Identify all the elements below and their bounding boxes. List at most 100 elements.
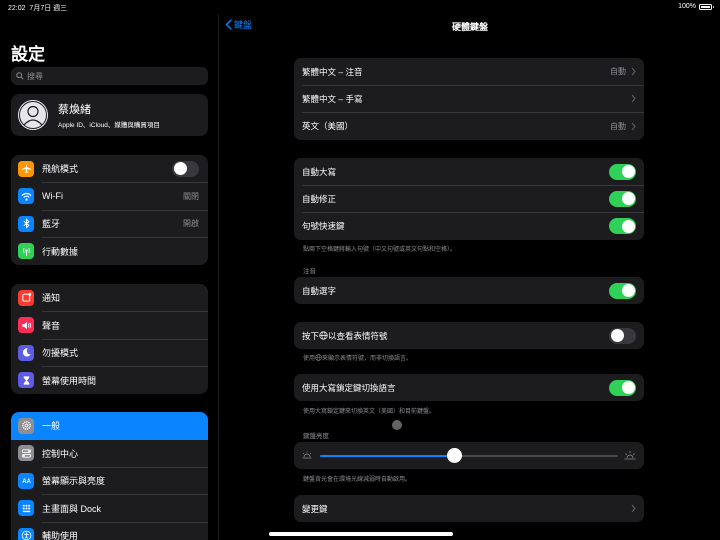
chevron-right-icon — [631, 504, 636, 513]
period-shortcut-toggle[interactable] — [609, 218, 636, 235]
svg-text:AA: AA — [22, 479, 31, 485]
brightness-group — [294, 442, 644, 469]
sidebar-item-label: 一般 — [42, 421, 61, 432]
wifi-icon — [18, 188, 34, 205]
chevron-right-icon — [631, 94, 636, 103]
sidebar-item-bluetooth[interactable]: 藍牙 開啟 — [11, 210, 208, 238]
brightness-high-icon — [624, 451, 636, 460]
sidebar-item-label: 行動數據 — [42, 246, 79, 257]
sidebar-item-screen-time[interactable]: 螢幕使用時間 — [11, 367, 208, 395]
apple-id-profile[interactable]: 蔡煥緒 Apple ID、iCloud、媒體與購買項目 — [11, 94, 208, 136]
sidebar-item-control-center[interactable]: 控制中心 — [11, 440, 208, 468]
option-label: 自動大寫 — [302, 166, 337, 177]
profile-subtitle: Apple ID、iCloud、媒體與購買項目 — [58, 122, 160, 129]
sidebar-title: 設定 — [11, 45, 45, 64]
sidebar-item-label: 主畫面與 Dock — [42, 503, 102, 514]
language-label: 繁體中文 – 手寫 — [302, 93, 363, 104]
assistive-touch-dot[interactable] — [392, 420, 402, 430]
general-group: 一般 控制中心 AA 螢幕顯示與亮度 主畫面與 Dock 輔助使用 — [11, 412, 208, 540]
auto-correction-row: 自動修正 — [294, 185, 644, 213]
period-shortcut-note: 點兩下空格鍵將輸入句號（中文句號或英文句點和空格）。 — [303, 247, 457, 253]
airplane-toggle[interactable] — [172, 160, 199, 177]
emoji-key-row: 按下 以查看表情符號 — [294, 322, 644, 349]
brightness-low-icon — [302, 451, 312, 459]
speaker-icon — [18, 317, 34, 334]
page-title: 硬體鍵盤 — [451, 22, 488, 32]
language-row-handwriting[interactable]: 繁體中文 – 手寫 — [294, 85, 644, 113]
language-label: 英文（美國） — [302, 121, 354, 132]
sidebar-item-label: 藍牙 — [42, 219, 61, 230]
sidebar-item-label: 輔助使用 — [42, 531, 79, 540]
moon-icon — [18, 344, 34, 361]
sidebar-item-label: 聲音 — [42, 320, 61, 331]
status-time: 22:02 7月7日 週三 — [8, 5, 68, 12]
person-icon — [18, 100, 48, 130]
battery-icon — [699, 3, 714, 10]
language-label: 繁體中文 – 注音 — [302, 66, 363, 77]
sidebar-item-label: 螢幕顯示與亮度 — [42, 476, 106, 487]
home-screen-icon — [18, 500, 34, 517]
capslock-switch-toggle[interactable] — [609, 379, 636, 396]
wifi-status: 關閉 — [183, 191, 199, 201]
notifications-group: 通知 聲音 勿擾模式 螢幕使用時間 — [11, 284, 208, 394]
auto-capitalization-toggle[interactable] — [609, 163, 636, 180]
slider-fill — [320, 455, 455, 457]
auto-correction-toggle[interactable] — [609, 190, 636, 207]
sidebar-item-label: Wi-Fi — [42, 191, 63, 202]
sidebar-item-do-not-disturb[interactable]: 勿擾模式 — [11, 339, 208, 367]
option-label: 句號快速鍵 — [302, 221, 345, 232]
language-row-english[interactable]: 英文（美國） 自動 — [294, 113, 644, 140]
option-label: 變更鍵 — [302, 503, 328, 514]
sidebar-item-label: 螢幕使用時間 — [42, 375, 97, 386]
cellular-icon — [18, 243, 34, 260]
keyboard-languages-group: 繁體中文 – 注音 自動 繁體中文 – 手寫 英文（美國） 自動 — [294, 58, 644, 140]
sidebar-item-cellular[interactable]: 行動數據 — [11, 238, 208, 266]
option-label: 按下 以查看表情符號 — [302, 330, 388, 341]
bluetooth-status: 開啟 — [183, 219, 199, 229]
hardware-keyboard-pane: 鍵盤 硬體鍵盤 繁體中文 – 注音 自動 繁體中文 – 手寫 英文（美國） 自動… — [220, 14, 720, 540]
globe-icon — [315, 354, 322, 361]
capslock-group: 使用大寫鎖定鍵切換語言 — [294, 374, 644, 402]
gear-icon — [18, 417, 34, 434]
sidebar-item-sounds[interactable]: 聲音 — [11, 312, 208, 340]
capslock-note: 使用大寫鎖定鍵來切換英文（美國）和目前鍵盤。 — [303, 409, 436, 415]
chevron-right-icon — [631, 122, 636, 130]
chevron-right-icon — [631, 67, 636, 76]
sidebar-item-accessibility[interactable]: 輔助使用 — [11, 522, 208, 540]
capslock-switch-row: 使用大寫鎖定鍵切換語言 — [294, 374, 644, 401]
typing-options-group: 自動大寫 自動修正 句號快速鍵 — [294, 158, 644, 240]
sidebar-item-airplane[interactable]: 飛航模式 — [11, 155, 208, 183]
sidebar-item-wifi[interactable]: Wi-Fi 關閉 — [11, 183, 208, 211]
search-bar[interactable] — [11, 67, 208, 85]
search-input[interactable] — [27, 71, 197, 81]
sidebar-item-display[interactable]: AA 螢幕顯示與亮度 — [11, 467, 208, 495]
slider-knob[interactable] — [446, 448, 462, 463]
language-row-zhuyin[interactable]: 繁體中文 – 注音 自動 — [294, 58, 644, 86]
home-indicator[interactable] — [269, 532, 453, 536]
emoji-key-toggle[interactable] — [609, 327, 636, 344]
status-bar: 22:02 7月7日 週三 100% — [0, 0, 720, 14]
period-shortcut-row: 句號快速鍵 — [294, 213, 644, 240]
sidebar-item-home-screen[interactable]: 主畫面與 Dock — [11, 495, 208, 523]
option-label: 使用大寫鎖定鍵切換語言 — [302, 382, 396, 393]
control-center-icon — [18, 445, 34, 462]
connectivity-group: 飛航模式 Wi-Fi 關閉 藍牙 開啟 行動數據 — [11, 155, 208, 265]
sidebar-item-notifications[interactable]: 通知 — [11, 284, 208, 312]
emoji-note: 使用 來顯示表情符號，而非切換語言。 — [303, 354, 413, 362]
auto-capitalization-row: 自動大寫 — [294, 158, 644, 186]
globe-icon — [319, 331, 328, 340]
language-value: 自動 — [610, 67, 626, 77]
brightness-section-header: 鍵盤亮度 — [303, 433, 329, 440]
option-label: 自動選字 — [302, 285, 337, 296]
accessibility-icon — [18, 527, 34, 540]
auto-select-toggle[interactable] — [609, 282, 636, 299]
search-icon — [16, 72, 24, 80]
notification-icon — [18, 289, 34, 306]
airplane-icon — [18, 160, 34, 177]
navigation-bar: 鍵盤 硬體鍵盤 — [220, 14, 720, 39]
sidebar-item-general[interactable]: 一般 — [11, 412, 208, 440]
zhuyin-group: 自動選字 — [294, 277, 644, 305]
keyboard-brightness-slider[interactable] — [294, 442, 644, 469]
modifier-group: 變更鍵 — [294, 495, 644, 523]
modifier-keys-row[interactable]: 變更鍵 — [294, 495, 644, 522]
